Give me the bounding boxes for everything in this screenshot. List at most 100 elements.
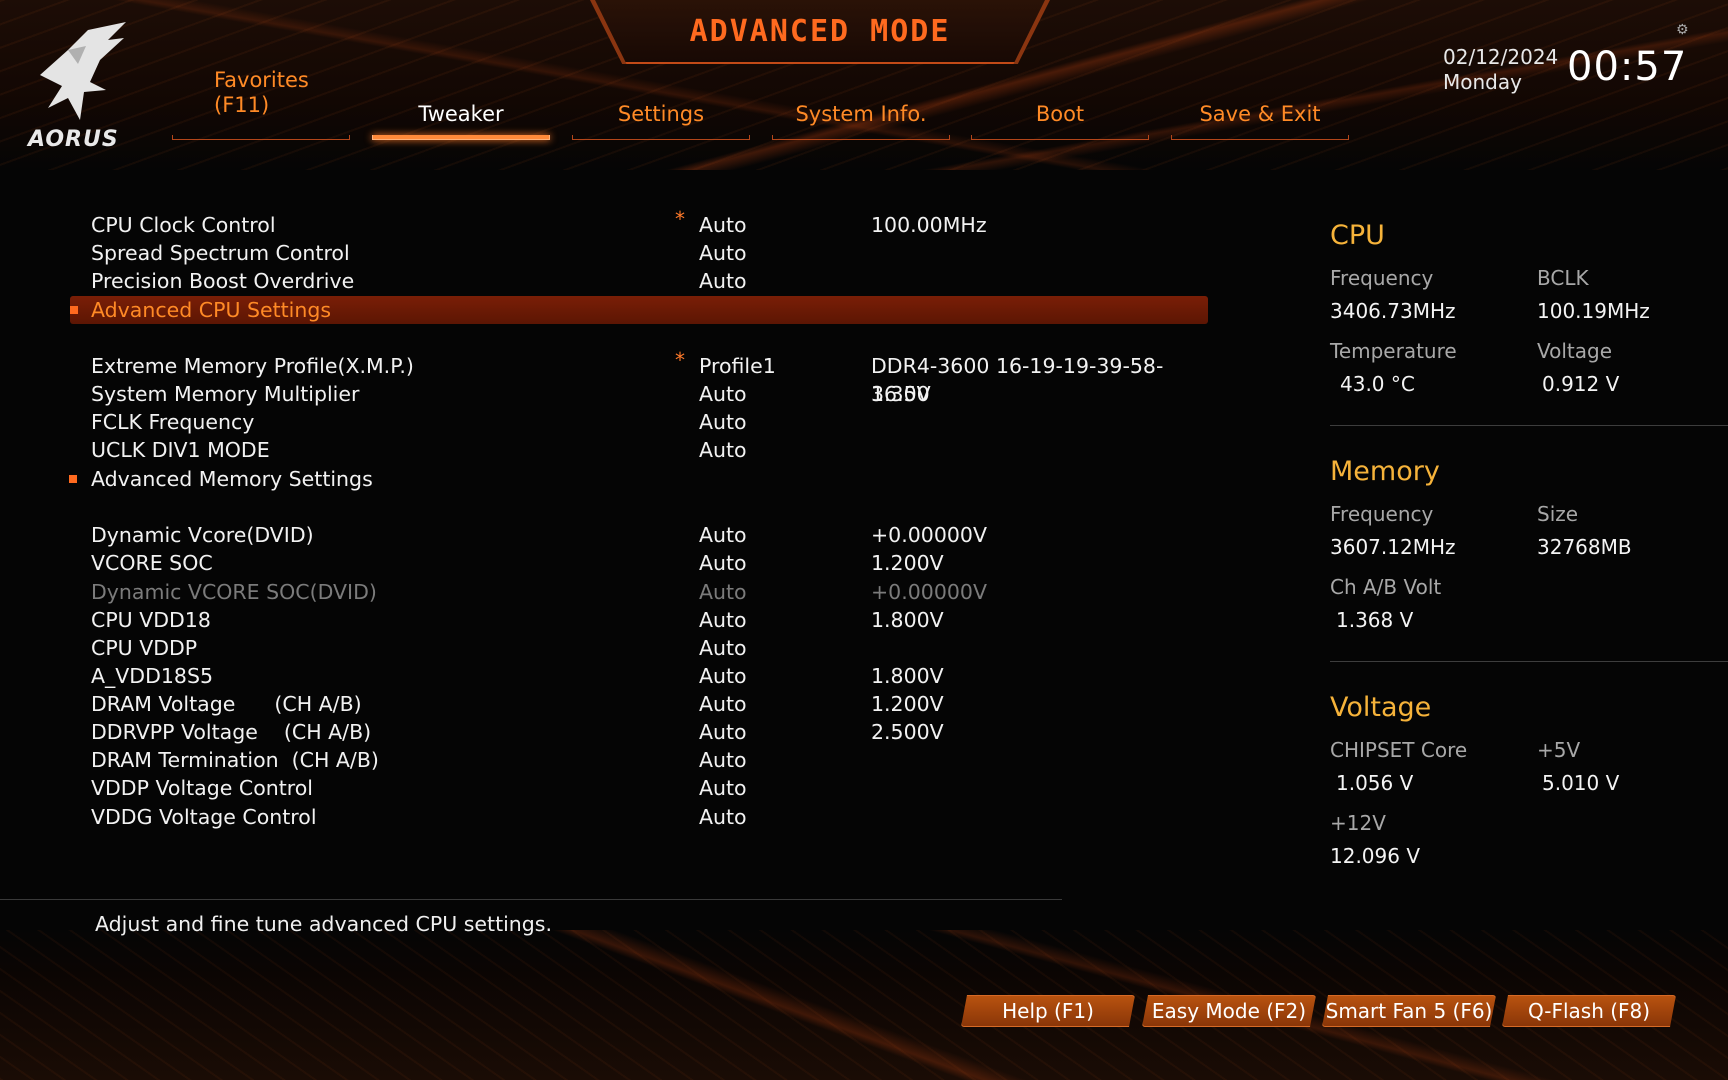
setting-option[interactable]: Auto xyxy=(699,549,747,577)
setting-row-dynamic-vcore-soc: Dynamic VCORE SOC(DVID) Auto +0.00000V xyxy=(0,578,1210,606)
setting-name: A_VDD18S5 xyxy=(91,664,214,688)
setting-row-vcore-soc[interactable]: VCORE SOC Auto 1.200V xyxy=(0,549,1210,577)
cpu-bclk-value: 100.19MHz xyxy=(1537,299,1650,323)
tab-system-info[interactable]: System Info. xyxy=(772,74,950,140)
setting-value: 1.800V xyxy=(871,608,944,632)
memory-size-value: 32768MB xyxy=(1537,535,1632,559)
cpu-frequency-value: 3406.73MHz xyxy=(1330,299,1456,323)
tab-underline xyxy=(1171,135,1349,140)
setting-option[interactable]: Auto xyxy=(699,662,747,690)
setting-option[interactable]: Auto xyxy=(699,380,747,408)
setting-option[interactable]: Auto xyxy=(699,718,747,746)
tab-underline xyxy=(572,135,750,140)
tab-underline xyxy=(772,135,950,140)
chipset-core-label: CHIPSET Core xyxy=(1330,738,1468,762)
setting-row-fclk[interactable]: FCLK Frequency Auto xyxy=(0,408,1210,436)
setting-option[interactable]: Auto xyxy=(699,634,747,662)
gear-icon[interactable]: ⚙ xyxy=(1676,22,1689,38)
help-description: Adjust and fine tune advanced CPU settin… xyxy=(95,912,553,936)
setting-value: 1.200V xyxy=(871,692,944,716)
setting-name: Dynamic Vcore(DVID) xyxy=(91,523,314,547)
setting-name: CPU Clock Control xyxy=(91,213,276,237)
tab-system-info-label: System Info. xyxy=(795,102,927,126)
memory-frequency-value: 3607.12MHz xyxy=(1330,535,1456,559)
clock-display: 00:57 xyxy=(1567,44,1688,90)
q-flash-button[interactable]: Q-Flash (F8) xyxy=(1502,995,1676,1027)
setting-name: DRAM Termination (CH A/B) xyxy=(91,748,379,772)
easy-mode-button[interactable]: Easy Mode (F2) xyxy=(1142,995,1316,1027)
setting-name: System Memory Multiplier xyxy=(91,382,360,406)
v12-label: +12V xyxy=(1330,811,1386,835)
memory-size-label: Size xyxy=(1537,502,1579,526)
tab-settings-label: Settings xyxy=(617,102,705,126)
setting-value: 1.800V xyxy=(871,664,944,688)
setting-row-spread-spectrum[interactable]: Spread Spectrum Control Auto xyxy=(0,239,1210,267)
cpu-bclk-label: BCLK xyxy=(1537,266,1589,290)
smart-fan-button[interactable]: Smart Fan 5 (F6) xyxy=(1322,995,1496,1027)
v5-label: +5V xyxy=(1537,738,1581,762)
tab-underline-active xyxy=(372,135,550,140)
setting-option: Auto xyxy=(699,580,747,604)
setting-name: VDDP Voltage Control xyxy=(91,776,313,800)
tab-tweaker-label: Tweaker xyxy=(418,102,504,126)
setting-row-dram-termination[interactable]: DRAM Termination (CH A/B) Auto xyxy=(0,746,1210,774)
setting-row-dram-voltage[interactable]: DRAM Voltage (CH A/B) Auto 1.200V xyxy=(0,690,1210,718)
setting-option[interactable]: Auto xyxy=(699,774,747,802)
setting-name: VDDG Voltage Control xyxy=(91,805,317,829)
setting-name: FCLK Frequency xyxy=(91,410,255,434)
setting-row-uclk[interactable]: UCLK DIV1 MODE Auto xyxy=(0,436,1210,464)
chipset-core-value: 1.056 V xyxy=(1336,771,1414,795)
tab-tweaker[interactable]: Tweaker xyxy=(372,74,550,140)
setting-option[interactable]: Profile1 xyxy=(699,352,776,380)
setting-row-ddrvpp-voltage[interactable]: DDRVPP Voltage (CH A/B) Auto 2.500V xyxy=(0,718,1210,746)
setting-row-cpu-clock-control[interactable]: CPU Clock Control * Auto 100.00MHz xyxy=(0,207,1210,239)
memory-section-title: Memory xyxy=(1330,456,1440,487)
help-divider xyxy=(0,899,1062,900)
tab-boot[interactable]: Boot xyxy=(971,74,1149,140)
tab-favorites[interactable]: Favorites (F11) xyxy=(172,68,350,140)
setting-option[interactable]: Auto xyxy=(699,690,747,718)
submenu-advanced-memory-settings[interactable]: Advanced Memory Settings xyxy=(0,465,1210,493)
setting-option[interactable]: Auto xyxy=(699,408,747,436)
setting-value: 1.200V xyxy=(871,551,944,575)
submenu-bullet-icon xyxy=(70,306,78,314)
setting-row-vddp-voltage-control[interactable]: VDDP Voltage Control Auto xyxy=(0,774,1210,802)
tab-settings[interactable]: Settings xyxy=(572,74,750,140)
memory-ch-volt-value: 1.368 V xyxy=(1336,608,1414,632)
setting-name: Spread Spectrum Control xyxy=(91,241,350,265)
setting-option[interactable]: Auto xyxy=(699,436,747,464)
setting-option[interactable]: Auto xyxy=(699,239,747,267)
setting-row-dynamic-vcore[interactable]: Dynamic Vcore(DVID) Auto +0.00000V xyxy=(0,521,1210,549)
setting-name: VCORE SOC xyxy=(91,551,213,575)
cpu-frequency-label: Frequency xyxy=(1330,266,1434,290)
submenu-advanced-cpu-settings[interactable]: Advanced CPU Settings xyxy=(0,296,1210,324)
setting-option[interactable]: Auto xyxy=(699,606,747,634)
setting-option[interactable]: Auto xyxy=(699,746,747,774)
setting-row-xmp[interactable]: Extreme Memory Profile(X.M.P.) * Profile… xyxy=(0,348,1210,406)
date-display: 02/12/2024 Monday xyxy=(1443,45,1558,95)
setting-value: 36.00 xyxy=(871,382,930,406)
setting-row-cpu-vddp[interactable]: CPU VDDP Auto xyxy=(0,634,1210,662)
setting-row-vddg-voltage-control[interactable]: VDDG Voltage Control Auto xyxy=(0,803,1210,831)
setting-row-a-vdd18s5[interactable]: A_VDD18S5 Auto 1.800V xyxy=(0,662,1210,690)
memory-ch-volt-label: Ch A/B Volt xyxy=(1330,575,1442,599)
v12-value: 12.096 V xyxy=(1330,844,1421,868)
cpu-section-title: CPU xyxy=(1330,220,1385,251)
setting-option[interactable]: Auto xyxy=(699,803,747,831)
setting-option[interactable]: Auto xyxy=(699,521,747,549)
tab-underline xyxy=(971,135,1149,140)
v5-value: 5.010 V xyxy=(1542,771,1620,795)
setting-row-memory-multiplier[interactable]: System Memory Multiplier Auto 36.00 xyxy=(0,380,1210,408)
setting-option[interactable]: Auto xyxy=(699,211,747,239)
setting-name: Precision Boost Overdrive xyxy=(91,269,355,293)
tab-boot-label: Boot xyxy=(1035,102,1085,126)
setting-value: +0.00000V xyxy=(871,523,987,547)
tab-favorites-label-line2: (F11) xyxy=(214,93,270,117)
modified-star-icon: * xyxy=(675,207,685,231)
help-button[interactable]: Help (F1) xyxy=(961,995,1135,1027)
tab-save-exit[interactable]: Save & Exit xyxy=(1171,74,1349,140)
setting-row-cpu-vdd18[interactable]: CPU VDD18 Auto 1.800V xyxy=(0,606,1210,634)
setting-option[interactable]: Auto xyxy=(699,267,747,295)
setting-name: Dynamic VCORE SOC(DVID) xyxy=(91,580,377,604)
setting-row-precision-boost[interactable]: Precision Boost Overdrive Auto xyxy=(0,267,1210,295)
